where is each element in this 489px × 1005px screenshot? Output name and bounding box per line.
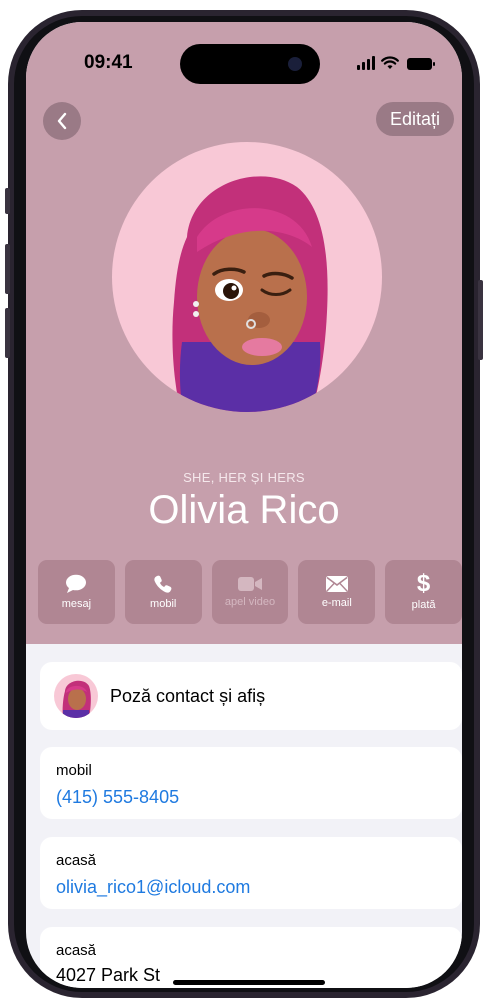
- address-value[interactable]: 4027 Park St: [56, 965, 160, 986]
- contact-poster-row[interactable]: Poză contact și afiș: [40, 662, 462, 730]
- email-field: acasă olivia_rico1@icloud.com: [40, 837, 462, 909]
- memoji-thumbnail: [62, 680, 91, 718]
- power-button: [478, 280, 483, 360]
- volume-up-button: [5, 244, 10, 294]
- message-label: mesaj: [61, 598, 92, 610]
- edit-button[interactable]: Editați: [375, 102, 454, 136]
- signal-icon: [357, 56, 375, 70]
- memoji-avatar: [172, 176, 328, 412]
- phone-icon: [154, 575, 172, 593]
- battery-icon: [407, 58, 435, 70]
- contact-avatar: [112, 142, 382, 412]
- back-button[interactable]: [43, 102, 81, 140]
- volume-down-button: [5, 308, 10, 358]
- poster-avatar: [54, 674, 98, 718]
- status-icons: [357, 54, 435, 70]
- email-address-link[interactable]: olivia_rico1@icloud.com: [56, 877, 250, 898]
- contact-name: Olivia Rico: [148, 488, 340, 532]
- phone-field-label: mobil: [56, 762, 92, 779]
- camera-icon: [288, 57, 302, 71]
- video-icon: [237, 577, 262, 591]
- email-field-label: acasă: [56, 852, 97, 869]
- video-call-button[interactable]: apel video: [211, 560, 289, 624]
- phone-number-link[interactable]: (415) 555-8405: [56, 787, 179, 808]
- quick-actions-row: mesaj mobil apel video e-mail $ plată: [38, 560, 462, 624]
- contact-screen: 09:41 Editați SHE, HER ȘI HERS Olivia Ri…: [26, 22, 462, 988]
- message-icon: [66, 574, 87, 593]
- email-label: e-mail: [321, 597, 352, 609]
- address-field-label: acasă: [56, 942, 97, 959]
- wifi-icon: [381, 56, 399, 69]
- chevron-left-icon: [57, 112, 67, 130]
- video-call-label: apel video: [224, 596, 276, 608]
- dynamic-island: [180, 44, 320, 84]
- pay-label: plată: [411, 599, 436, 611]
- mail-icon: [325, 576, 348, 592]
- email-button[interactable]: e-mail: [298, 560, 376, 624]
- dollar-icon: $: [416, 570, 431, 597]
- pay-button[interactable]: $ plată: [385, 560, 462, 624]
- poster-label: Poză contact și afiș: [110, 686, 266, 706]
- call-label: mobil: [150, 598, 177, 610]
- address-field: acasă 4027 Park St: [40, 927, 462, 988]
- action-button: [5, 188, 10, 214]
- message-button[interactable]: mesaj: [38, 560, 115, 624]
- contact-pronouns: SHE, HER ȘI HERS: [183, 470, 305, 485]
- contact-header: 09:41 Editați SHE, HER ȘI HERS Olivia Ri…: [26, 22, 462, 644]
- status-time: 09:41: [84, 52, 133, 73]
- call-button[interactable]: mobil: [124, 560, 202, 624]
- phone-field: mobil (415) 555-8405: [40, 747, 462, 819]
- home-indicator[interactable]: [173, 980, 325, 985]
